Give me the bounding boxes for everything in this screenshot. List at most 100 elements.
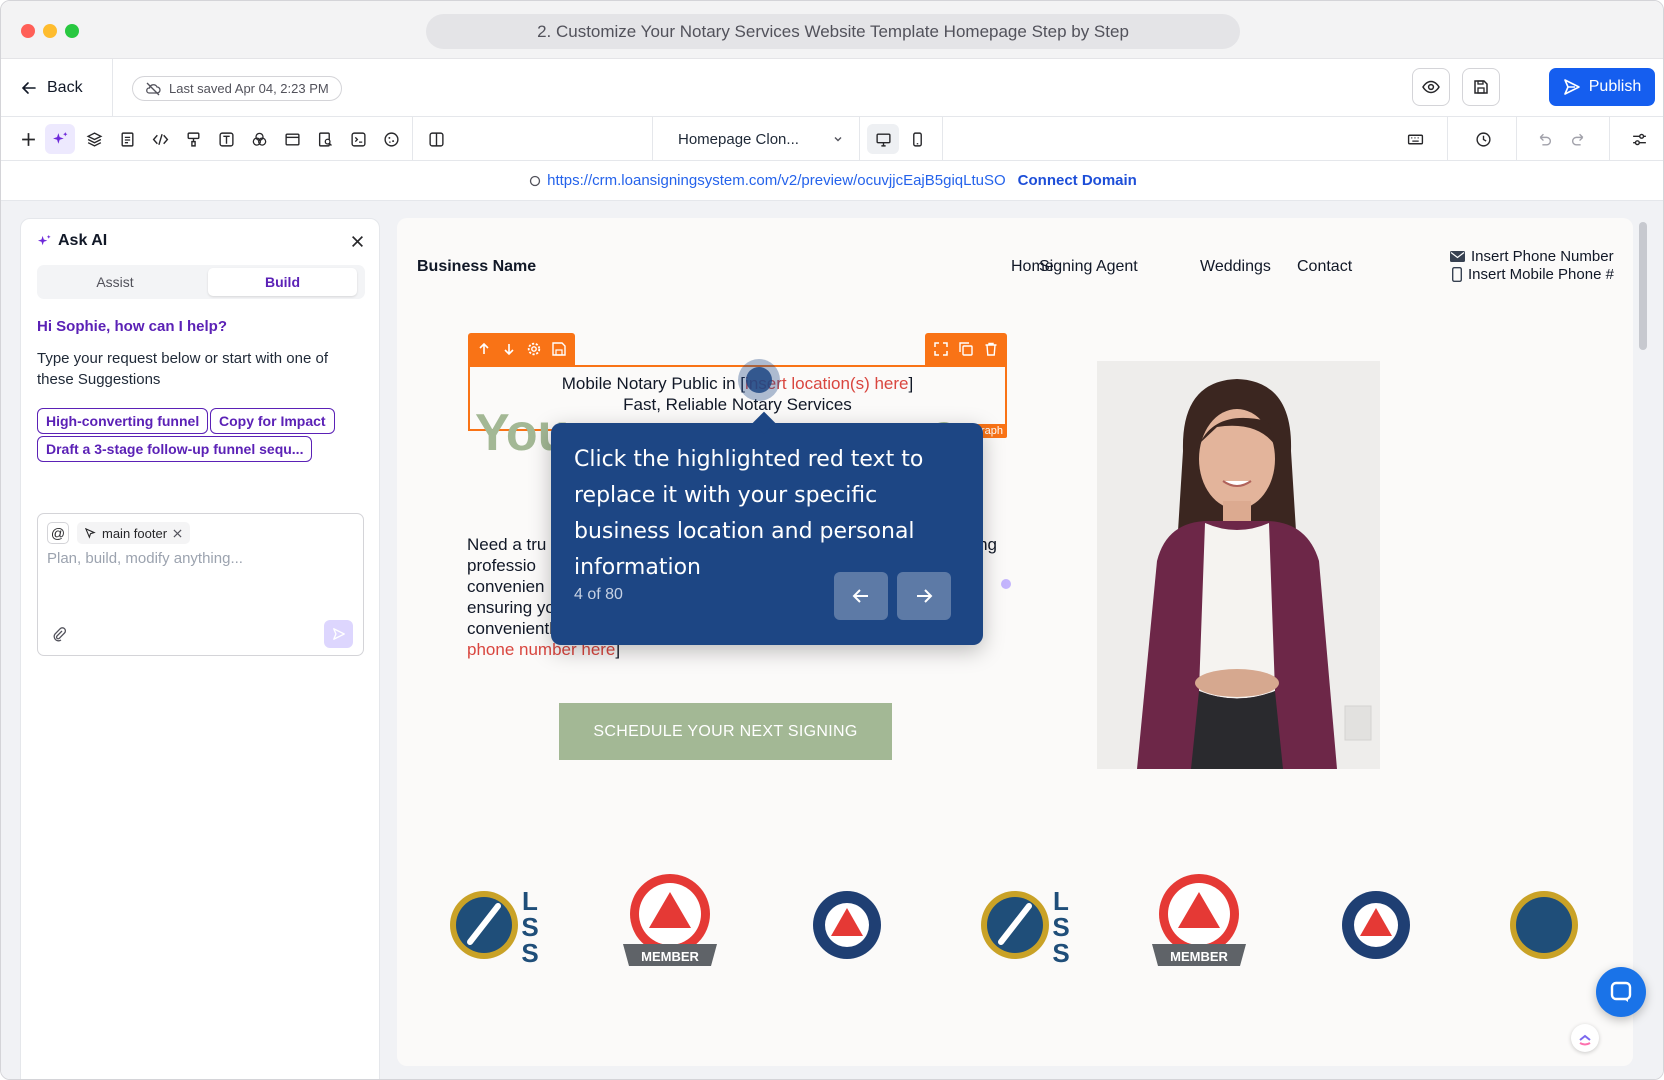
tab-build[interactable]: Build [208, 268, 357, 296]
eye-icon [1422, 80, 1440, 94]
ai-button[interactable] [45, 124, 75, 154]
remove-tag-icon[interactable] [173, 528, 182, 538]
suggestion-chip[interactable]: High-converting funnel [37, 408, 209, 434]
page-selector[interactable]: Homepage Clon... [664, 117, 859, 161]
custom-code-button[interactable] [145, 124, 175, 154]
status-circle-icon [529, 175, 541, 186]
redo-button[interactable] [1563, 124, 1593, 154]
tooltip-progress: 4 of 80 [574, 586, 623, 603]
save-button[interactable] [1462, 68, 1500, 106]
lss-badge: L S S [981, 886, 1070, 968]
publish-button[interactable]: Publish [1549, 68, 1655, 106]
body-text: Need a tru [467, 535, 547, 554]
chevron-down-icon [834, 137, 842, 142]
preview-url-link[interactable]: https://crm.loansigningsystem.com/v2/pre… [547, 172, 1006, 189]
chat-bubble-icon [1610, 981, 1632, 1002]
mobile-view-button[interactable] [902, 124, 932, 154]
sparkles-icon [37, 234, 51, 245]
undo-button[interactable] [1529, 124, 1559, 154]
phone-text[interactable]: Insert Phone Number [1471, 248, 1614, 265]
top-bar: Back Last saved Apr 04, 2:23 PM Publish [1, 59, 1663, 117]
trash-icon[interactable] [983, 341, 999, 357]
headline-suffix: ] [908, 374, 914, 393]
minimize-window-button[interactable] [43, 24, 57, 38]
mobile-text[interactable]: Insert Mobile Phone # [1468, 266, 1614, 283]
envelope-icon [1450, 251, 1465, 262]
styles-button[interactable] [178, 124, 208, 154]
close-icon[interactable] [351, 235, 364, 248]
close-window-button[interactable] [21, 24, 35, 38]
app-logo-badge[interactable] [1571, 1024, 1599, 1052]
terminal-icon [350, 131, 366, 147]
split-view-button[interactable] [421, 124, 451, 154]
notary-portrait-photo [1097, 361, 1380, 769]
mobile-contact: Insert Mobile Phone # [1452, 266, 1614, 283]
maximize-window-button[interactable] [65, 24, 79, 38]
text-icon [218, 131, 234, 147]
divider [112, 59, 113, 117]
advanced-settings-button[interactable] [1624, 124, 1654, 154]
panel-title: Ask AI [58, 232, 108, 249]
nav-link-signing-agent[interactable]: Signing Agent [1039, 258, 1138, 276]
keyboard-shortcuts-button[interactable] [1400, 124, 1430, 154]
business-name[interactable]: Business Name [417, 258, 536, 276]
typography-button[interactable] [211, 124, 241, 154]
seo-button[interactable] [310, 124, 340, 154]
expand-icon[interactable] [933, 341, 949, 357]
lss-badge: L S S [450, 886, 539, 968]
back-button[interactable]: Back [21, 75, 83, 101]
step-highlight-dot[interactable] [746, 367, 772, 393]
layers-button[interactable] [79, 124, 109, 154]
divider [859, 117, 860, 161]
popups-button[interactable] [277, 124, 307, 154]
paperclip-icon[interactable] [51, 626, 67, 642]
sparkles-icon [52, 131, 67, 144]
preview-button[interactable] [1412, 68, 1450, 106]
smartphone-icon [912, 131, 922, 147]
monitor-icon [875, 132, 891, 147]
gear-icon[interactable] [526, 341, 542, 357]
element-action-tools [925, 333, 1007, 365]
pages-button[interactable] [112, 124, 142, 154]
floppy-disk-icon[interactable] [551, 341, 567, 357]
colors-button[interactable] [244, 124, 274, 154]
tab-assist[interactable]: Assist [39, 268, 191, 296]
send-prompt-button[interactable] [324, 620, 353, 648]
tracking-code-button[interactable] [343, 124, 373, 154]
copy-icon[interactable] [958, 341, 974, 357]
connect-domain-link[interactable]: Connect Domain [1018, 172, 1137, 189]
portrait-illustration [1097, 361, 1380, 769]
arrow-down-icon[interactable] [501, 341, 517, 357]
divider [942, 117, 943, 161]
nav-link-weddings[interactable]: Weddings [1200, 258, 1271, 276]
nav-link-contact[interactable]: Contact [1297, 258, 1352, 276]
clock-history-icon [1475, 131, 1491, 147]
cookie-icon [383, 131, 399, 147]
sliders-icon [1632, 133, 1646, 145]
chat-widget-button[interactable] [1596, 967, 1646, 1017]
plus-icon [21, 132, 35, 146]
arrow-left-icon [852, 589, 868, 603]
tooltip-text: Click the highlighted red text to replac… [574, 447, 924, 580]
headline-prefix: Mobile Notary Public in [ [561, 374, 746, 393]
schedule-signing-button[interactable]: SCHEDULE YOUR NEXT SIGNING [559, 703, 892, 760]
add-element-button[interactable] [13, 124, 43, 154]
element-toolbar [468, 333, 1007, 365]
paint-roller-icon [186, 131, 200, 147]
suggestion-chip[interactable]: Draft a 3-stage follow-up funnel sequ... [37, 436, 313, 462]
title-bar: 2. Customize Your Notary Services Websit… [1, 1, 1663, 59]
desktop-view-button[interactable] [867, 124, 899, 154]
suggestion-chip[interactable]: Copy for Impact [210, 408, 335, 434]
history-button[interactable] [1468, 124, 1498, 154]
arrow-up-icon[interactable] [476, 341, 492, 357]
previous-step-button[interactable] [834, 572, 888, 620]
divider [412, 117, 413, 161]
settings-button[interactable] [376, 124, 406, 154]
next-step-button[interactable] [897, 572, 951, 620]
preview-scrollbar[interactable] [1639, 222, 1647, 350]
send-icon [1563, 79, 1580, 95]
layers-icon [86, 131, 102, 147]
ai-prompt-input[interactable]: Plan, build, modify anything... [47, 550, 243, 567]
mention-button[interactable]: @ [47, 522, 69, 544]
certified-nsa-badge [1342, 891, 1410, 959]
